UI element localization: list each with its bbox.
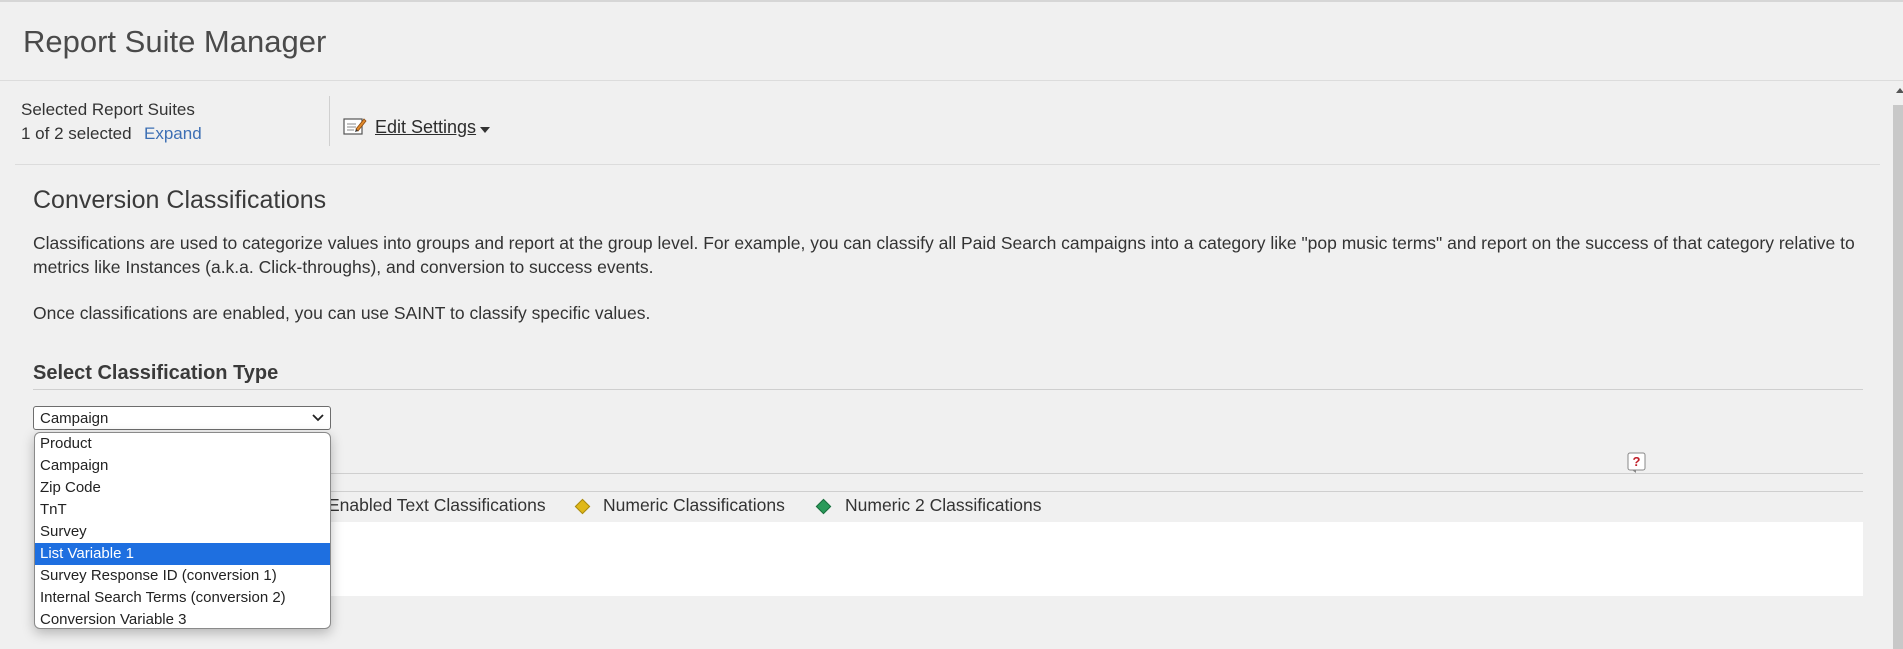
classification-dropdown-list[interactable]: Product Campaign Zip Code TnT Survey Lis… (34, 432, 331, 629)
section-title: Conversion Classifications (33, 186, 327, 214)
scrollbar[interactable] (1893, 105, 1903, 649)
toolbar-divider (329, 96, 330, 146)
dropdown-option-tnt[interactable]: TnT (35, 499, 330, 521)
green-diamond-icon (815, 498, 832, 515)
dropdown-option-conversion-variable-3[interactable]: Conversion Variable 3 (35, 609, 330, 628)
legend-numeric-classifications: Numeric Classifications (603, 495, 785, 515)
toolbar-bottom-divider (15, 164, 1880, 165)
help-icon[interactable]: ? (1627, 452, 1646, 474)
svg-text:?: ? (1633, 454, 1641, 469)
yellow-diamond-icon (574, 498, 591, 515)
classification-type-select[interactable]: Campaign (33, 406, 331, 430)
classification-table (331, 522, 1863, 596)
section-description: Classifications are used to categorize v… (33, 233, 1855, 277)
page-header: Report Suite Manager (0, 2, 1903, 81)
chevron-down-icon[interactable] (480, 127, 490, 133)
scroll-up-icon[interactable] (1896, 88, 1903, 93)
selected-count: 1 of 2 selected (21, 124, 132, 143)
heading-rule (33, 389, 1863, 390)
edit-settings-icon[interactable] (343, 116, 367, 136)
dropdown-option-campaign[interactable]: Campaign (35, 455, 330, 477)
page-title: Report Suite Manager (23, 24, 327, 59)
dropdown-option-zip-code[interactable]: Zip Code (35, 477, 330, 499)
saint-note: Once classifications are enabled, you ca… (33, 303, 651, 323)
table-legend-rule (331, 491, 1863, 492)
selected-value: Campaign (40, 410, 109, 427)
edit-settings-button[interactable]: Edit Settings (375, 117, 476, 138)
legend-text-classifications: Enabled Text Classifications (328, 495, 546, 515)
dropdown-option-survey[interactable]: Survey (35, 521, 330, 543)
dropdown-option-internal-search-terms[interactable]: Internal Search Terms (conversion 2) (35, 587, 330, 609)
dropdown-option-list-variable-1[interactable]: List Variable 1 (35, 543, 330, 565)
chevron-down-icon (312, 414, 324, 422)
legend-numeric2-classifications: Numeric 2 Classifications (845, 495, 1042, 515)
table-top-rule (331, 473, 1863, 474)
dropdown-option-product[interactable]: Product (35, 433, 330, 455)
classification-type-heading: Select Classification Type (33, 362, 279, 384)
selected-report-suites-label: Selected Report Suites (21, 100, 195, 119)
dropdown-option-survey-response-id[interactable]: Survey Response ID (conversion 1) (35, 565, 330, 587)
expand-link[interactable]: Expand (144, 124, 202, 144)
